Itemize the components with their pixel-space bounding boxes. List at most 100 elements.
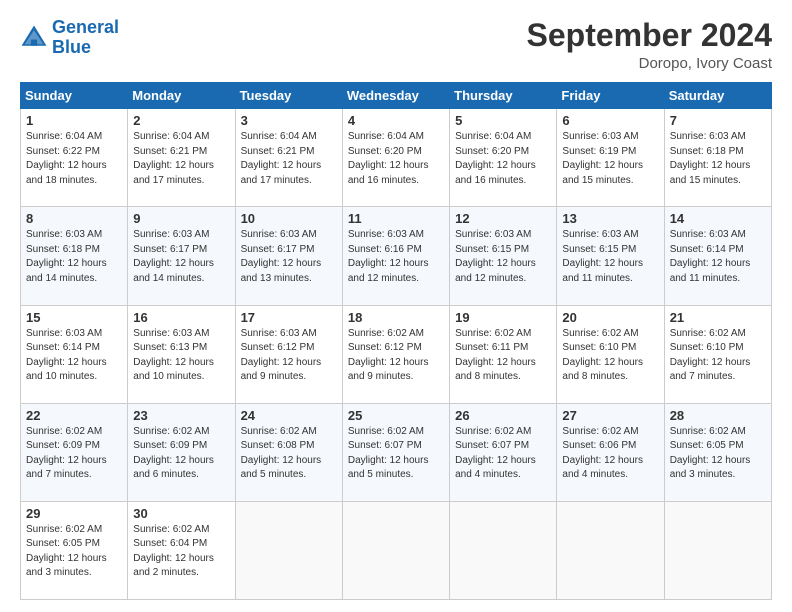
table-row: 17 Sunrise: 6:03 AM Sunset: 6:12 PM Dayli… — [235, 305, 342, 403]
calendar: Sunday Monday Tuesday Wednesday Thursday… — [20, 82, 772, 600]
day-info: Sunrise: 6:03 AM Sunset: 6:14 PM Dayligh… — [670, 228, 766, 286]
table-row: 11 Sunrise: 6:03 AM Sunset: 6:16 PM Dayli… — [342, 207, 449, 305]
day-number: 12 — [455, 211, 551, 226]
day-info: Sunrise: 6:02 AM Sunset: 6:06 PM Dayligh… — [562, 425, 658, 483]
day-number: 18 — [348, 310, 444, 325]
day-info: Sunrise: 6:02 AM Sunset: 6:05 PM Dayligh… — [670, 425, 766, 483]
table-row: 14 Sunrise: 6:03 AM Sunset: 6:14 PM Dayli… — [664, 207, 771, 305]
day-number: 1 — [26, 113, 122, 128]
day-number: 17 — [241, 310, 337, 325]
day-number: 16 — [133, 310, 229, 325]
calendar-week-row: 29 Sunrise: 6:02 AM Sunset: 6:05 PM Dayli… — [21, 501, 772, 599]
day-info: Sunrise: 6:03 AM Sunset: 6:17 PM Dayligh… — [133, 228, 229, 286]
day-number: 22 — [26, 408, 122, 423]
logo: General Blue — [20, 18, 119, 58]
calendar-week-row: 15 Sunrise: 6:03 AM Sunset: 6:14 PM Dayli… — [21, 305, 772, 403]
day-info: Sunrise: 6:02 AM Sunset: 6:04 PM Dayligh… — [133, 523, 229, 581]
day-info: Sunrise: 6:03 AM Sunset: 6:15 PM Dayligh… — [562, 228, 658, 286]
day-info: Sunrise: 6:04 AM Sunset: 6:22 PM Dayligh… — [26, 130, 122, 188]
day-info: Sunrise: 6:04 AM Sunset: 6:20 PM Dayligh… — [455, 130, 551, 188]
table-row: 29 Sunrise: 6:02 AM Sunset: 6:05 PM Dayli… — [21, 501, 128, 599]
day-number: 9 — [133, 211, 229, 226]
day-number: 4 — [348, 113, 444, 128]
day-info: Sunrise: 6:02 AM Sunset: 6:05 PM Dayligh… — [26, 523, 122, 581]
day-number: 24 — [241, 408, 337, 423]
day-info: Sunrise: 6:02 AM Sunset: 6:07 PM Dayligh… — [455, 425, 551, 483]
day-info: Sunrise: 6:02 AM Sunset: 6:12 PM Dayligh… — [348, 327, 444, 385]
day-info: Sunrise: 6:02 AM Sunset: 6:09 PM Dayligh… — [133, 425, 229, 483]
day-info: Sunrise: 6:03 AM Sunset: 6:15 PM Dayligh… — [455, 228, 551, 286]
day-number: 27 — [562, 408, 658, 423]
col-friday: Friday — [557, 83, 664, 109]
table-row: 26 Sunrise: 6:02 AM Sunset: 6:07 PM Dayli… — [450, 403, 557, 501]
table-row: 25 Sunrise: 6:02 AM Sunset: 6:07 PM Dayli… — [342, 403, 449, 501]
table-row — [235, 501, 342, 599]
day-number: 25 — [348, 408, 444, 423]
col-thursday: Thursday — [450, 83, 557, 109]
day-info: Sunrise: 6:04 AM Sunset: 6:21 PM Dayligh… — [241, 130, 337, 188]
day-info: Sunrise: 6:04 AM Sunset: 6:21 PM Dayligh… — [133, 130, 229, 188]
day-info: Sunrise: 6:04 AM Sunset: 6:20 PM Dayligh… — [348, 130, 444, 188]
calendar-header-row: Sunday Monday Tuesday Wednesday Thursday… — [21, 83, 772, 109]
day-info: Sunrise: 6:03 AM Sunset: 6:18 PM Dayligh… — [670, 130, 766, 188]
table-row: 12 Sunrise: 6:03 AM Sunset: 6:15 PM Dayli… — [450, 207, 557, 305]
day-number: 30 — [133, 506, 229, 521]
table-row: 1 Sunrise: 6:04 AM Sunset: 6:22 PM Daylig… — [21, 109, 128, 207]
table-row: 2Sunrise: 6:04 AM Sunset: 6:21 PM Daylig… — [128, 109, 235, 207]
table-row: 30 Sunrise: 6:02 AM Sunset: 6:04 PM Dayli… — [128, 501, 235, 599]
header: General Blue September 2024 Doropo, Ivor… — [20, 18, 772, 72]
table-row: 23 Sunrise: 6:02 AM Sunset: 6:09 PM Dayli… — [128, 403, 235, 501]
table-row: 3 Sunrise: 6:04 AM Sunset: 6:21 PM Daylig… — [235, 109, 342, 207]
day-info: Sunrise: 6:03 AM Sunset: 6:12 PM Dayligh… — [241, 327, 337, 385]
title-block: September 2024 Doropo, Ivory Coast — [527, 18, 772, 72]
day-number: 26 — [455, 408, 551, 423]
day-number: 14 — [670, 211, 766, 226]
day-number: 6 — [562, 113, 658, 128]
day-info: Sunrise: 6:02 AM Sunset: 6:09 PM Dayligh… — [26, 425, 122, 483]
table-row: 8 Sunrise: 6:03 AM Sunset: 6:18 PM Daylig… — [21, 207, 128, 305]
table-row: 6 Sunrise: 6:03 AM Sunset: 6:19 PM Daylig… — [557, 109, 664, 207]
day-number: 3 — [241, 113, 337, 128]
day-info: Sunrise: 6:03 AM Sunset: 6:18 PM Dayligh… — [26, 228, 122, 286]
month-title: September 2024 — [527, 18, 772, 53]
day-number: 28 — [670, 408, 766, 423]
table-row: 27 Sunrise: 6:02 AM Sunset: 6:06 PM Dayli… — [557, 403, 664, 501]
day-info: Sunrise: 6:03 AM Sunset: 6:16 PM Dayligh… — [348, 228, 444, 286]
day-info: Sunrise: 6:02 AM Sunset: 6:07 PM Dayligh… — [348, 425, 444, 483]
day-info: Sunrise: 6:03 AM Sunset: 6:19 PM Dayligh… — [562, 130, 658, 188]
day-number: 15 — [26, 310, 122, 325]
day-number: 11 — [348, 211, 444, 226]
day-info: Sunrise: 6:02 AM Sunset: 6:08 PM Dayligh… — [241, 425, 337, 483]
table-row: 7Sunrise: 6:03 AM Sunset: 6:18 PM Daylig… — [664, 109, 771, 207]
day-info: Sunrise: 6:03 AM Sunset: 6:13 PM Dayligh… — [133, 327, 229, 385]
table-row: 5 Sunrise: 6:04 AM Sunset: 6:20 PM Daylig… — [450, 109, 557, 207]
page: General Blue September 2024 Doropo, Ivor… — [0, 0, 792, 612]
day-number: 8 — [26, 211, 122, 226]
table-row: 21Sunrise: 6:02 AM Sunset: 6:10 PM Dayli… — [664, 305, 771, 403]
table-row: 9 Sunrise: 6:03 AM Sunset: 6:17 PM Daylig… — [128, 207, 235, 305]
day-number: 20 — [562, 310, 658, 325]
col-tuesday: Tuesday — [235, 83, 342, 109]
table-row — [664, 501, 771, 599]
table-row — [557, 501, 664, 599]
day-number: 5 — [455, 113, 551, 128]
calendar-week-row: 1 Sunrise: 6:04 AM Sunset: 6:22 PM Daylig… — [21, 109, 772, 207]
table-row: 13Sunrise: 6:03 AM Sunset: 6:15 PM Dayli… — [557, 207, 664, 305]
day-number: 10 — [241, 211, 337, 226]
day-info: Sunrise: 6:03 AM Sunset: 6:14 PM Dayligh… — [26, 327, 122, 385]
location: Doropo, Ivory Coast — [527, 55, 772, 72]
day-info: Sunrise: 6:02 AM Sunset: 6:10 PM Dayligh… — [562, 327, 658, 385]
day-number: 23 — [133, 408, 229, 423]
table-row: 15 Sunrise: 6:03 AM Sunset: 6:14 PM Dayli… — [21, 305, 128, 403]
day-info: Sunrise: 6:03 AM Sunset: 6:17 PM Dayligh… — [241, 228, 337, 286]
table-row: 10 Sunrise: 6:03 AM Sunset: 6:17 PM Dayli… — [235, 207, 342, 305]
table-row: 28 Sunrise: 6:02 AM Sunset: 6:05 PM Dayli… — [664, 403, 771, 501]
col-sunday: Sunday — [21, 83, 128, 109]
day-number: 29 — [26, 506, 122, 521]
col-saturday: Saturday — [664, 83, 771, 109]
col-wednesday: Wednesday — [342, 83, 449, 109]
table-row: 22 Sunrise: 6:02 AM Sunset: 6:09 PM Dayli… — [21, 403, 128, 501]
table-row: 19Sunrise: 6:02 AM Sunset: 6:11 PM Dayli… — [450, 305, 557, 403]
logo-icon — [20, 24, 48, 52]
col-monday: Monday — [128, 83, 235, 109]
